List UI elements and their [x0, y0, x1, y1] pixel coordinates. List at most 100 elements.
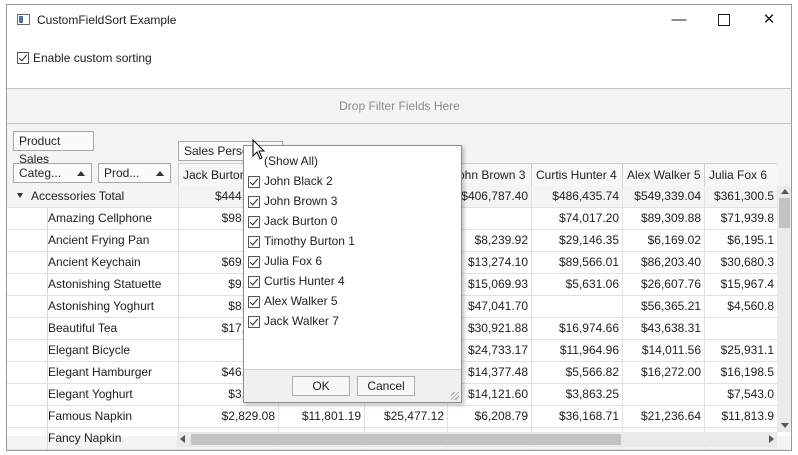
vertical-scrollbar[interactable] [777, 186, 791, 432]
row-label[interactable]: Astonishing Statuette [47, 274, 180, 295]
window-title: CustomFieldSort Example [37, 13, 177, 27]
table-cell: $11,801.19 [278, 406, 364, 427]
title-bar: CustomFieldSort Example — ✕ [7, 5, 791, 35]
table-cell: $56,365.21 [622, 296, 704, 317]
table-cell: $71,939.8 [704, 208, 777, 229]
row-label[interactable]: Elegant Yoghurt [47, 384, 180, 405]
total-cell: $361,300.5 [704, 186, 777, 207]
data-field-product-sales[interactable]: Product Sales [13, 131, 94, 166]
filter-item-label: John Brown 3 [264, 194, 338, 208]
row-label[interactable]: Elegant Hamburger [47, 362, 180, 383]
scroll-up-icon[interactable] [781, 189, 789, 194]
row-field-category[interactable]: Categ... [13, 163, 92, 183]
table-cell: $15,967.4 [704, 274, 777, 295]
filter-item-label: John Black 2 [264, 174, 333, 188]
enable-custom-sorting-checkbox[interactable] [17, 51, 29, 64]
table-cell: $11,813.9 [704, 406, 777, 427]
row-label[interactable]: Amazing Cellphone [47, 208, 180, 229]
filter-item[interactable]: Timothy Burton 1 [248, 231, 355, 251]
total-cell: $549,339.04 [622, 186, 704, 207]
filter-item[interactable]: Julia Fox 6 [248, 251, 322, 271]
row-label[interactable]: Beautiful Tea [47, 318, 180, 339]
filter-item-label: Julia Fox 6 [264, 254, 323, 268]
total-row-label: Accessories Total [31, 189, 125, 203]
table-cell: $36,168.71 [531, 406, 622, 427]
filter-item-label: Curtis Hunter 4 [264, 274, 345, 288]
maximize-button[interactable] [701, 5, 747, 35]
table-cell: $30,680.3 [704, 252, 777, 273]
filter-item-checkbox[interactable] [248, 195, 260, 208]
table-cell: $6,169.02 [622, 230, 704, 251]
close-button[interactable]: ✕ [746, 5, 791, 35]
horizontal-scrollbar[interactable] [177, 432, 777, 447]
table-cell: $3,863.25 [531, 384, 622, 405]
row-label[interactable]: Ancient Keychain [47, 252, 180, 273]
table-cell: $16,974.66 [531, 318, 622, 339]
table-cell [622, 384, 704, 405]
horizontal-scroll-thumb[interactable] [191, 434, 621, 445]
filter-item[interactable]: Curtis Hunter 4 [248, 271, 345, 291]
vertical-scroll-thumb[interactable] [779, 198, 790, 228]
table-cell: $11,964.96 [531, 340, 622, 361]
table-cell [531, 296, 622, 317]
table-cell: $25,477.12 [364, 406, 447, 427]
filter-item-checkbox[interactable] [248, 235, 260, 248]
filter-item-checkbox[interactable] [248, 215, 260, 228]
row-label[interactable]: Fancy Napkin [47, 428, 180, 449]
filter-popup-footer: OK Cancel [244, 369, 461, 402]
row-field-product-label: Prod... [104, 166, 140, 180]
table-cell: $16,198.5 [704, 362, 777, 383]
column-header-alex-walker-5[interactable]: Alex Walker 5 [622, 163, 704, 186]
table-cell: $26,607.76 [622, 274, 704, 295]
table-cell: $74,017.20 [531, 208, 622, 229]
filter-item-checkbox[interactable] [248, 175, 260, 188]
collapse-icon[interactable] [17, 193, 23, 198]
filter-item[interactable]: (Show All) [264, 151, 318, 171]
row-label[interactable]: Astonishing Yoghurt [47, 296, 180, 317]
table-cell: $29,146.35 [531, 230, 622, 251]
filter-drop-area[interactable]: Drop Filter Fields Here [7, 89, 791, 124]
filter-item-checkbox[interactable] [248, 295, 260, 308]
minimize-button[interactable]: — [656, 5, 702, 35]
filter-item[interactable]: Alex Walker 5 [248, 291, 338, 311]
table-cell: $89,309.88 [622, 208, 704, 229]
filter-item[interactable]: Jack Walker 7 [248, 311, 339, 331]
table-cell: $5,566.82 [531, 362, 622, 383]
filter-item[interactable]: John Black 2 [248, 171, 333, 191]
filter-item[interactable]: Jack Burton 0 [248, 211, 337, 231]
row-label[interactable]: Ancient Frying Pan [47, 230, 180, 251]
scroll-down-icon[interactable] [781, 423, 789, 428]
filter-item[interactable]: John Brown 3 [248, 191, 337, 211]
filter-item-checkbox[interactable] [248, 255, 260, 268]
row-field-product[interactable]: Prod... [98, 163, 171, 183]
row-field-category-label: Categ... [19, 166, 62, 180]
table-cell [704, 318, 777, 339]
table-cell: $89,566.01 [531, 252, 622, 273]
column-header-curtis-hunter-4[interactable]: Curtis Hunter 4 [531, 163, 622, 186]
table-cell: $5,631.06 [531, 274, 622, 295]
resize-grip-icon[interactable] [451, 392, 459, 400]
scroll-right-icon[interactable] [769, 435, 774, 443]
filter-item-checkbox[interactable] [248, 275, 260, 288]
maximize-icon [718, 14, 730, 27]
total-cell: $486,435.74 [531, 186, 622, 207]
app-icon [17, 14, 30, 25]
cancel-button[interactable]: Cancel [357, 376, 415, 396]
filter-popup: (Show All) John Black 2 John Brown 3 Jack B… [243, 145, 462, 403]
table-cell: $7,543.0 [704, 384, 777, 405]
row-label[interactable]: Famous Napkin [47, 406, 180, 427]
enable-custom-sorting-option[interactable]: Enable custom sorting [17, 50, 152, 66]
filter-item-checkbox[interactable] [248, 315, 260, 328]
row-label[interactable]: Elegant Bicycle [47, 340, 180, 361]
column-header-julia-fox-6[interactable]: Julia Fox 6 [704, 163, 777, 186]
table-cell: $14,011.56 [622, 340, 704, 361]
filter-item-label: Jack Burton 0 [264, 214, 338, 228]
table-cell: $86,203.40 [622, 252, 704, 273]
enable-custom-sorting-label: Enable custom sorting [33, 50, 152, 65]
scroll-left-icon[interactable] [180, 435, 185, 443]
ok-button[interactable]: OK [292, 376, 350, 396]
filter-item-label: Jack Walker 7 [264, 314, 339, 328]
table-cell: $43,638.31 [622, 318, 704, 339]
table-row: Famous Napkin $2,829.08 $11,801.19 $25,477.… [7, 406, 787, 428]
table-cell: $16,272.00 [622, 362, 704, 383]
